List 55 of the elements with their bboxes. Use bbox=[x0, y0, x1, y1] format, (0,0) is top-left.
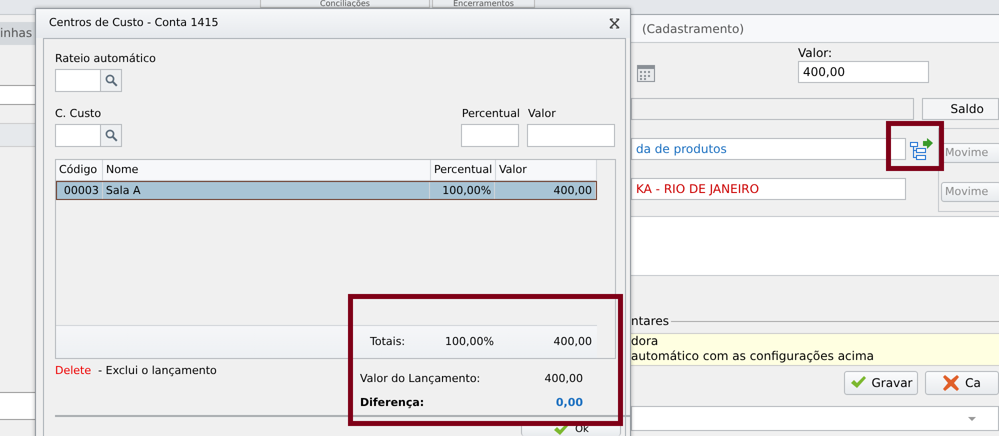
highlight-frame bbox=[886, 121, 944, 171]
cross-icon bbox=[943, 375, 960, 391]
field-label: Valor: bbox=[798, 46, 834, 60]
note-text: automático com as configurações acima bbox=[631, 349, 876, 364]
input-field[interactable] bbox=[0, 85, 36, 105]
search-icon bbox=[104, 74, 118, 87]
summary-value: 400,00 bbox=[544, 371, 583, 387]
table-row[interactable]: 00003 Sala A 100,00% 400,00 bbox=[56, 181, 597, 200]
account-field[interactable]: da de produtos bbox=[631, 138, 906, 160]
save-button[interactable]: Gravar bbox=[844, 371, 918, 395]
search-button[interactable] bbox=[100, 125, 121, 146]
search-icon bbox=[104, 129, 118, 142]
percent-field[interactable] bbox=[460, 124, 519, 147]
tree-icon[interactable] bbox=[909, 138, 934, 162]
branch-field[interactable]: KA - RIO DE JANEIRO bbox=[631, 178, 906, 200]
lookup-field[interactable] bbox=[55, 124, 122, 147]
check-icon bbox=[850, 376, 866, 390]
check-icon bbox=[553, 423, 570, 435]
lookup-field[interactable] bbox=[55, 69, 122, 92]
text-area[interactable] bbox=[631, 216, 999, 276]
totals-label: Totais: bbox=[370, 334, 406, 350]
cancel-button[interactable]: Ca bbox=[925, 371, 999, 395]
close-icon[interactable] bbox=[609, 18, 620, 29]
window-tab[interactable]: inhas bbox=[0, 22, 36, 45]
field-label: Percentual bbox=[460, 107, 520, 120]
table-cell: 00003 bbox=[57, 182, 103, 199]
field-label: Rateio automático bbox=[55, 52, 157, 65]
search-button[interactable] bbox=[100, 70, 121, 91]
background-tab[interactable]: Encerramentos bbox=[432, 0, 535, 8]
field-label: Valor bbox=[527, 107, 557, 120]
dropdown-field[interactable] bbox=[631, 406, 999, 431]
dialog-title: Centros de Custo - Conta 1415 bbox=[49, 15, 219, 32]
column-header[interactable]: Percentual bbox=[431, 160, 496, 180]
value-field[interactable]: 400,00 bbox=[798, 61, 929, 83]
totals-value: 400,00 bbox=[554, 334, 592, 350]
table-cell: 100,00% bbox=[430, 182, 496, 199]
input-field[interactable] bbox=[631, 98, 914, 120]
table-cell: 400,00 bbox=[495, 182, 596, 199]
summary-label: Valor do Lançamento: bbox=[360, 371, 480, 387]
note-text: dora bbox=[631, 334, 660, 349]
calendar-icon[interactable] bbox=[637, 63, 655, 82]
group-label: ntares bbox=[631, 313, 669, 330]
dropdown-arrow-icon[interactable] bbox=[968, 416, 976, 420]
column-header[interactable]: Código bbox=[56, 160, 103, 180]
table-cell: Sala A bbox=[102, 182, 430, 199]
field-label: C. Custo bbox=[55, 107, 102, 120]
difference-value: 0,00 bbox=[556, 394, 583, 410]
saldo-button[interactable]: Saldo bbox=[922, 98, 999, 120]
hint-text: Delete - Exclui o lançamento bbox=[55, 363, 218, 379]
difference-label: Diferença: bbox=[360, 394, 424, 410]
window-title: (Cadastramento) bbox=[642, 20, 744, 38]
column-header[interactable]: Valor bbox=[496, 160, 597, 180]
value-field[interactable] bbox=[527, 124, 615, 147]
column-header[interactable]: Nome bbox=[103, 160, 431, 180]
input-field[interactable] bbox=[0, 392, 36, 420]
